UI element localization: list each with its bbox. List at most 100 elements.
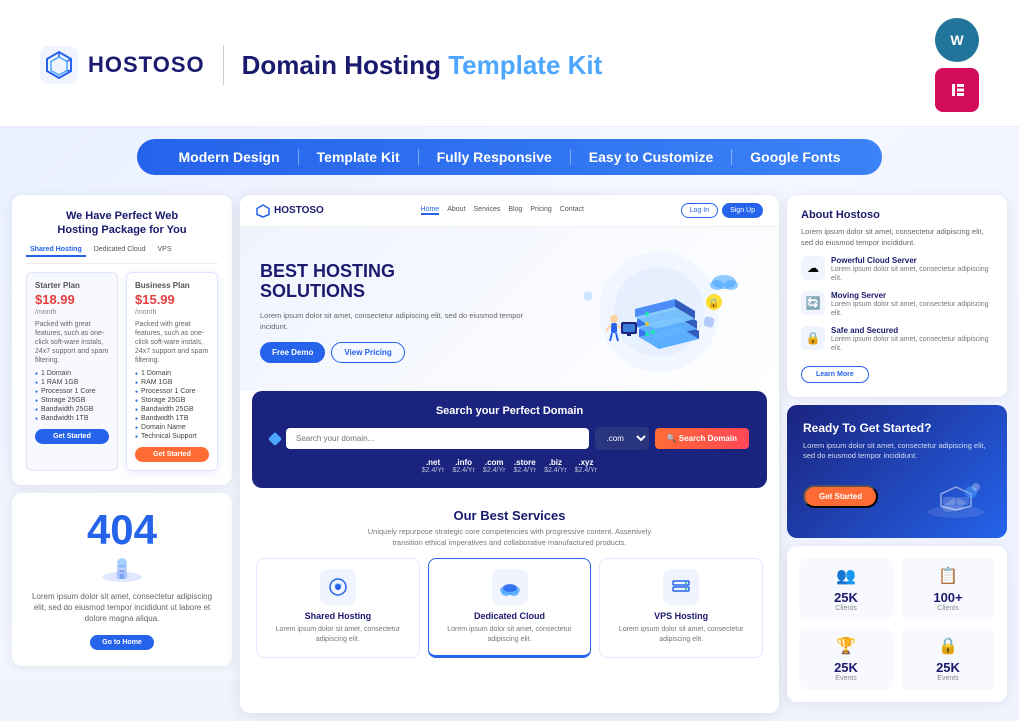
grants-label: Clients (909, 605, 987, 612)
secure-icon: 🔒 (801, 326, 825, 350)
pill-fully-responsive[interactable]: Fully Responsive (419, 149, 571, 165)
feat-moving-name: Moving Server (831, 291, 993, 300)
error-desc: Lorem ipsum dolor sit amet, consectetur … (28, 591, 216, 625)
feat-secure-text: Safe and Secured Lorem ipsum dolor sit a… (831, 326, 993, 353)
business-btn[interactable]: Get Started (135, 447, 209, 462)
login-btn[interactable]: Log In (681, 203, 718, 218)
events2-icon: 🔒 (909, 636, 987, 656)
business-f3: Processor 1 Core (135, 387, 209, 396)
events2-label: Events (909, 675, 987, 682)
business-f5: Bandwidth 25GB (135, 405, 209, 414)
diamond-icon (268, 431, 282, 445)
pill-easy-customize[interactable]: Easy to Customize (571, 149, 732, 165)
hero-title: BEST HOSTINGSOLUTIONS (260, 261, 547, 302)
ptab-shared[interactable]: Shared Hosting (26, 244, 86, 257)
shared-icon (320, 569, 356, 605)
search-domain-btn[interactable]: 🔍 Search Domain (655, 428, 749, 449)
domain-search-input[interactable] (286, 428, 589, 449)
grants-num: 100+ (909, 590, 987, 605)
snl-services[interactable]: Services (474, 206, 501, 215)
hero-text: BEST HOSTINGSOLUTIONS Lorem ipsum dolor … (260, 261, 547, 364)
cloud-icon (492, 569, 528, 605)
pills-row: Modern Design Template Kit Fully Respons… (0, 127, 1019, 187)
services-section: Our Best Services Uniquely repurpose str… (240, 498, 779, 668)
header: HOSTOSO Domain Hosting Template Kit W (0, 0, 1019, 127)
starter-period: /month (35, 309, 109, 316)
nav-pills: Modern Design Template Kit Fully Respons… (137, 139, 883, 175)
pill-google-fonts[interactable]: Google Fonts (732, 149, 858, 165)
shared-desc: Lorem ipsum dolor sit amet, consectetur … (265, 625, 411, 645)
signup-btn[interactable]: Sign Up (722, 203, 763, 218)
site-nav: HOSTOSO Home About Services Blog Pricing… (240, 195, 779, 227)
starter-f5: Bandwidth 25GB (35, 405, 109, 414)
badges-right: W (935, 18, 979, 112)
learn-more-btn[interactable]: Learn More (801, 366, 869, 383)
hero-demo-btn[interactable]: Free Demo (260, 342, 325, 363)
cloud-desc: Lorem ipsum dolor sit amet, consectetur … (437, 625, 583, 645)
starter-f3: Processor 1 Core (35, 387, 109, 396)
snl-about[interactable]: About (447, 206, 465, 215)
title-main: Domain Hosting (242, 50, 441, 80)
site-logo-text: HOSTOSO (274, 205, 324, 216)
cta-desc: Lorem ipsum dolor sit amet, consectetur … (803, 441, 991, 462)
stat-clients1: 👥 25K Clients (799, 558, 893, 620)
starter-f6: Bandwidth 1TB (35, 414, 109, 423)
pill-modern-design[interactable]: Modern Design (161, 149, 299, 165)
pill-template-kit[interactable]: Template Kit (299, 149, 419, 165)
cta-card: Ready To Get Started? Lorem ipsum dolor … (787, 405, 1007, 538)
site-nav-btns: Log In Sign Up (681, 203, 763, 218)
plan-cols: Starter Plan $18.99 /month Packed with g… (26, 272, 218, 471)
moving-server-icon: 🔄 (801, 291, 825, 315)
snl-contact[interactable]: Contact (560, 206, 584, 215)
clients1-label: Clients (807, 605, 885, 612)
hero-pricing-btn[interactable]: View Pricing (331, 342, 404, 363)
ptab-dedicated[interactable]: Dedicated Cloud (90, 244, 150, 257)
cta-title: Ready To Get Started? (803, 421, 991, 435)
snl-blog[interactable]: Blog (508, 206, 522, 215)
business-f4: Storage 25GB (135, 396, 209, 405)
svg-text:W: W (950, 32, 964, 48)
events1-icon: 🏆 (807, 636, 885, 656)
logo-text: HOSTOSO (88, 52, 205, 78)
ptab-vps[interactable]: VPS (154, 244, 176, 257)
feat-moving-desc: Lorem ipsum dolor sit amet, consectetur … (831, 300, 993, 318)
domain-search-bar: Search your Perfect Domain .com .net .or… (252, 391, 767, 488)
feature-moving: 🔄 Moving Server Lorem ipsum dolor sit am… (801, 291, 993, 318)
cloud-name: Dedicated Cloud (437, 611, 583, 621)
svc-cloud: Dedicated Cloud Lorem ipsum dolor sit am… (428, 558, 592, 658)
about-desc: Lorem ipsum dolor sit amet, consectetur … (801, 227, 993, 248)
stat-grants: 📋 100+ Clients (901, 558, 995, 620)
error-card: 404 Lorem ipsum dolor sit amet, consecte… (12, 493, 232, 666)
pricing-card: We Have Perfect WebHosting Package for Y… (12, 195, 232, 485)
plan-business: Business Plan $15.99 /month Packed with … (126, 272, 218, 471)
starter-btn[interactable]: Get Started (35, 429, 109, 444)
error-btn[interactable]: Go to Home (90, 635, 154, 650)
ds-tlds: .net$2.4/Yr .info$2.4/Yr .com$2.4/Yr .st… (270, 458, 749, 474)
error-illustration (97, 555, 147, 585)
services-title: Our Best Services (256, 508, 763, 523)
feat-cloud-text: Powerful Cloud Server Lorem ipsum dolor … (831, 256, 993, 283)
snl-pricing[interactable]: Pricing (530, 206, 551, 215)
title-area: Domain Hosting Template Kit (242, 50, 603, 81)
business-f2: RAM 1GB (135, 378, 209, 387)
business-name: Business Plan (135, 281, 209, 290)
plan-starter: Starter Plan $18.99 /month Packed with g… (26, 272, 118, 471)
ds-row: .com .net .org 🔍 Search Domain (270, 427, 749, 450)
tld-select[interactable]: .com .net .org (595, 427, 649, 450)
business-f6: Bandwidth 1TB (135, 414, 209, 423)
feat-cloud-name: Powerful Cloud Server (831, 256, 993, 265)
business-price: $15.99 (135, 292, 209, 307)
events1-label: Events (807, 675, 885, 682)
shared-name: Shared Hosting (265, 611, 411, 621)
starter-f1: 1 Domain (35, 369, 109, 378)
grants-icon: 📋 (909, 566, 987, 586)
elementor-badge (935, 68, 979, 112)
starter-f2: 1 RAM 1GB (35, 378, 109, 387)
clients1-icon: 👥 (807, 566, 885, 586)
cta-btn[interactable]: Get Started (803, 485, 878, 508)
snl-home[interactable]: Home (421, 206, 440, 215)
business-desc: Packed with great features, such as one-… (135, 320, 209, 365)
hero-desc: Lorem ipsum dolor sit amet, consectetur … (260, 310, 547, 333)
hero-section: BEST HOSTINGSOLUTIONS Lorem ipsum dolor … (240, 227, 779, 391)
stats-card: 👥 25K Clients 📋 100+ Clients 🏆 25K Event… (787, 546, 1007, 702)
